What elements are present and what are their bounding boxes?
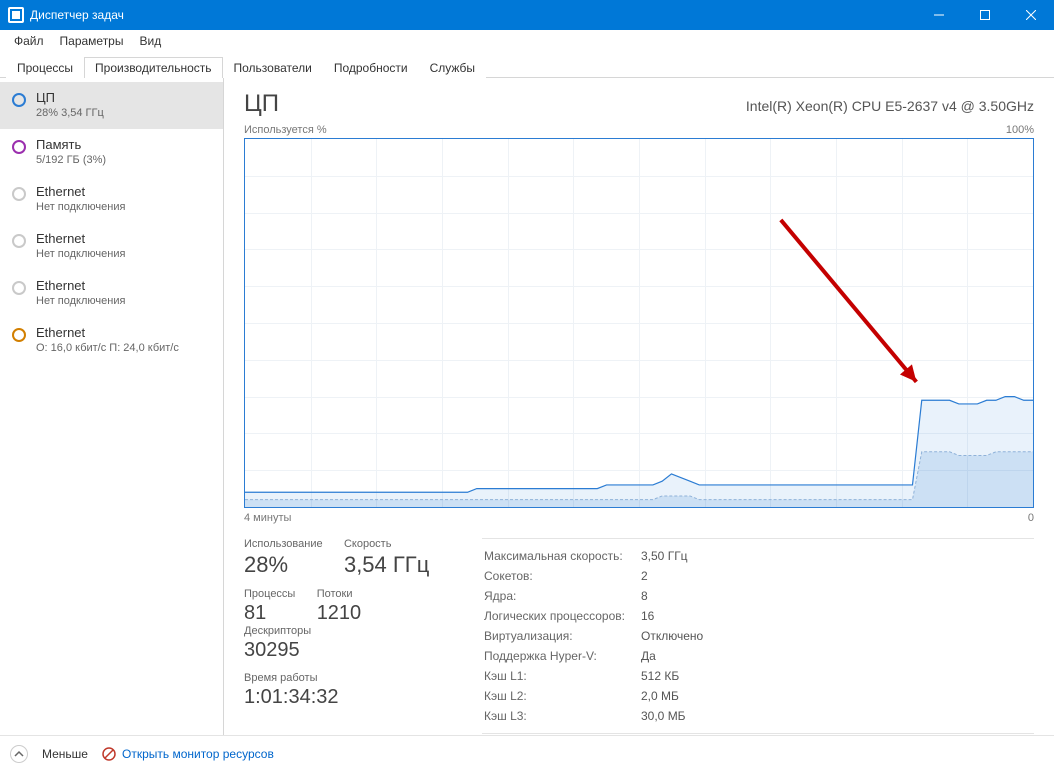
cpu-icon [12, 93, 26, 107]
l3-value: 30,0 МБ [641, 707, 717, 725]
lprocs-label: Логических процессоров: [484, 607, 639, 625]
sidebar-mem-sub: 5/192 ГБ (3%) [36, 154, 106, 166]
tab-services[interactable]: Службы [419, 57, 486, 78]
cores-value: 8 [641, 587, 717, 605]
chart-x-label: 4 минуты [244, 512, 291, 524]
stats-right: Максимальная скорость:3,50 ГГц Сокетов:2… [482, 538, 1034, 734]
tab-users[interactable]: Пользователи [223, 57, 323, 78]
titlebar[interactable]: Диспетчер задач [0, 0, 1054, 30]
resource-monitor-label: Открыть монитор ресурсов [122, 747, 274, 761]
hyperv-value: Да [641, 647, 717, 665]
sidebar-cpu-sub: 28% 3,54 ГГц [36, 107, 104, 119]
maxspeed-label: Максимальная скорость: [484, 547, 639, 565]
speed-value: 3,54 ГГц [344, 552, 429, 578]
menu-options[interactable]: Параметры [52, 32, 132, 50]
sidebar-eth2-title: Ethernet [36, 231, 125, 246]
fewer-details-button[interactable]: Меньше [42, 747, 88, 761]
sidebar-eth4-title: Ethernet [36, 325, 179, 340]
maximize-button[interactable] [962, 0, 1008, 30]
menu-file[interactable]: Файл [6, 32, 52, 50]
resource-monitor-icon [102, 747, 116, 761]
tab-details[interactable]: Подробности [323, 57, 419, 78]
sidebar-item-eth2[interactable]: Ethernet Нет подключения [0, 223, 223, 270]
uptime-label: Время работы [244, 672, 339, 684]
handles-label: Дескрипторы [244, 625, 311, 637]
proc-label: Процессы [244, 588, 295, 600]
speed-label: Скорость [344, 538, 429, 550]
menubar: Файл Параметры Вид [0, 30, 1054, 52]
sidebar-item-eth1[interactable]: Ethernet Нет подключения [0, 176, 223, 223]
window-title: Диспетчер задач [30, 8, 124, 22]
tab-performance[interactable]: Производительность [84, 57, 222, 78]
page-title: ЦП [244, 90, 279, 118]
sidebar-cpu-title: ЦП [36, 90, 104, 105]
chevron-up-icon[interactable] [10, 745, 28, 763]
virt-label: Виртуализация: [484, 627, 639, 645]
memory-icon [12, 140, 26, 154]
minimize-button[interactable] [916, 0, 962, 30]
l2-value: 2,0 МБ [641, 687, 717, 705]
l1-label: Кэш L1: [484, 667, 639, 685]
cpu-chart [244, 138, 1034, 508]
sidebar-item-eth4[interactable]: Ethernet О: 16,0 кбит/с П: 24,0 кбит/с [0, 317, 223, 364]
sidebar-eth4-sub: О: 16,0 кбит/с П: 24,0 кбит/с [36, 342, 179, 354]
cpu-model: Intel(R) Xeon(R) CPU E5-2637 v4 @ 3.50GH… [746, 98, 1034, 114]
l2-label: Кэш L2: [484, 687, 639, 705]
ethernet-icon [12, 281, 26, 295]
l3-label: Кэш L3: [484, 707, 639, 725]
close-button[interactable] [1008, 0, 1054, 30]
main-panel: ЦП Intel(R) Xeon(R) CPU E5-2637 v4 @ 3.5… [224, 78, 1054, 735]
sockets-value: 2 [641, 567, 717, 585]
chart-y-max: 100% [1006, 124, 1034, 136]
tab-processes[interactable]: Процессы [6, 57, 84, 78]
uptime-value: 1:01:34:32 [244, 686, 339, 709]
l1-value: 512 КБ [641, 667, 717, 685]
sidebar-eth3-sub: Нет подключения [36, 295, 125, 307]
tabbar: Процессы Производительность Пользователи… [0, 52, 1054, 78]
ethernet-icon [12, 234, 26, 248]
threads-label: Потоки [317, 588, 362, 600]
sidebar-item-cpu[interactable]: ЦП 28% 3,54 ГГц [0, 82, 223, 129]
virt-value: Отключено [641, 627, 717, 645]
sidebar-item-eth3[interactable]: Ethernet Нет подключения [0, 270, 223, 317]
usage-label: Использование [244, 538, 323, 550]
usage-value: 28% [244, 552, 323, 578]
ethernet-icon [12, 187, 26, 201]
chart-y-label: Используется % [244, 124, 327, 136]
menu-view[interactable]: Вид [131, 32, 169, 50]
open-resource-monitor-link[interactable]: Открыть монитор ресурсов [102, 747, 274, 761]
handles-value: 30295 [244, 639, 311, 662]
stats-left: Использование 28% Скорость 3,54 ГГц Процес… [244, 538, 454, 734]
threads-value: 1210 [317, 602, 362, 625]
sidebar-eth1-sub: Нет подключения [36, 201, 125, 213]
lprocs-value: 16 [641, 607, 717, 625]
proc-value: 81 [244, 602, 295, 625]
sidebar: ЦП 28% 3,54 ГГц Память 5/192 ГБ (3%) Ether… [0, 78, 224, 735]
ethernet-icon [12, 328, 26, 342]
cores-label: Ядра: [484, 587, 639, 605]
sidebar-eth1-title: Ethernet [36, 184, 125, 199]
sidebar-eth3-title: Ethernet [36, 278, 125, 293]
sidebar-mem-title: Память [36, 137, 106, 152]
sockets-label: Сокетов: [484, 567, 639, 585]
footer: Меньше Открыть монитор ресурсов [0, 735, 1054, 771]
hyperv-label: Поддержка Hyper-V: [484, 647, 639, 665]
sidebar-item-memory[interactable]: Память 5/192 ГБ (3%) [0, 129, 223, 176]
chart-x-right: 0 [1028, 512, 1034, 524]
app-icon [8, 7, 24, 23]
maxspeed-value: 3,50 ГГц [641, 547, 717, 565]
sidebar-eth2-sub: Нет подключения [36, 248, 125, 260]
